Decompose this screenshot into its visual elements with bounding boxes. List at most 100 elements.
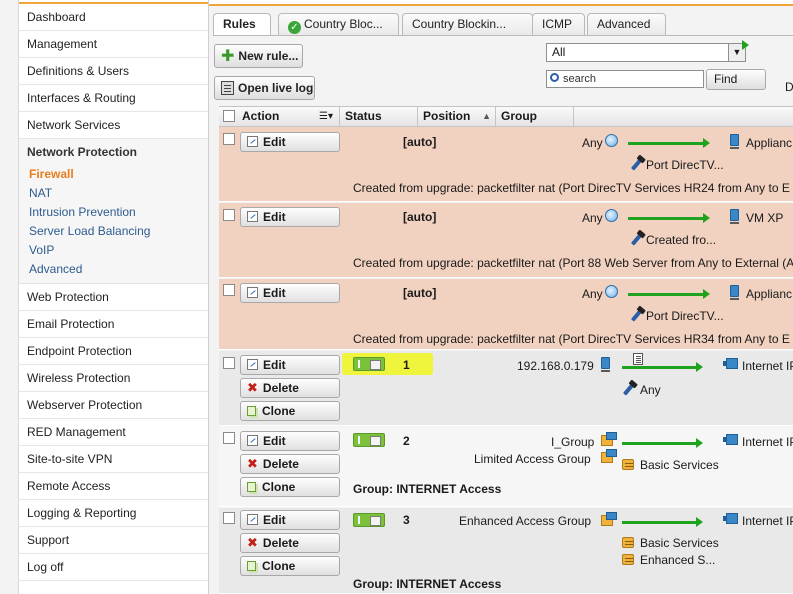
delete-button[interactable]: ✖ Delete <box>240 378 340 398</box>
plug-icon <box>622 382 636 396</box>
new-rule-button[interactable]: ✚ New rule... <box>214 44 303 68</box>
open-live-log-button[interactable]: Open live log <box>214 76 315 100</box>
new-rule-label: New rule... <box>238 49 299 63</box>
row-checkbox[interactable] <box>223 284 235 296</box>
delete-label: Delete <box>262 536 299 550</box>
service-icon <box>622 537 634 548</box>
column-status[interactable]: Status <box>340 107 418 127</box>
clone-icon <box>247 482 256 492</box>
table-row: Edit ✖ Delete Clone 2 I_Group Limited Acc… <box>219 427 793 507</box>
tab-advanced[interactable]: Advanced <box>587 13 666 35</box>
sidebar-item-interfaces-routing[interactable]: Interfaces & Routing <box>19 85 208 112</box>
sidebar-item-webserver-protection[interactable]: Webserver Protection <box>19 392 208 419</box>
table-row: Edit ✖ Delete Clone 3 Enhanced Access Gro… <box>219 508 793 594</box>
arrow-icon <box>622 517 703 527</box>
delete-button[interactable]: ✖ Delete <box>240 533 340 553</box>
network-icon <box>723 513 738 524</box>
tab-country-blocking-exceptions[interactable]: Country Blockin... <box>402 13 533 35</box>
sidebar-item-site-to-site-vpn[interactable]: Site-to-site VPN <box>19 446 208 473</box>
edit-button[interactable]: Edit <box>240 207 340 227</box>
sidebar-item-dashboard[interactable]: Dashboard <box>19 4 208 31</box>
row-checkbox[interactable] <box>223 133 235 145</box>
position-label: 2 <box>403 434 410 448</box>
destination-label: Internet IP <box>742 359 793 373</box>
chevron-down-icon[interactable]: ▼ <box>728 40 749 61</box>
sidebar-group-title[interactable]: Network Protection <box>19 139 208 165</box>
main-top-accent <box>209 0 793 6</box>
column-position[interactable]: Position ▲ <box>418 107 496 127</box>
clone-button[interactable]: Clone <box>240 556 340 576</box>
tab-icmp[interactable]: ICMP <box>532 13 585 35</box>
select-all-checkbox[interactable] <box>223 110 235 122</box>
row-checkbox[interactable] <box>223 512 235 524</box>
edit-button[interactable]: Edit <box>240 431 340 451</box>
clone-button[interactable]: Clone <box>240 477 340 497</box>
row-checkbox[interactable] <box>223 432 235 444</box>
tab-country-blocking[interactable]: ✓ Country Bloc... <box>278 13 399 35</box>
source-label: Any <box>582 211 603 225</box>
column-action-label: Action <box>242 109 280 123</box>
globe-icon <box>605 209 618 222</box>
edit-button[interactable]: Edit <box>240 283 340 303</box>
position-label: [auto] <box>403 286 437 300</box>
sidebar-item-email-protection[interactable]: Email Protection <box>19 311 208 338</box>
status-toggle[interactable] <box>353 433 385 447</box>
source-label: Any <box>582 287 603 301</box>
network-icon <box>723 434 738 445</box>
host-icon <box>730 285 739 300</box>
destination-label: Internet IP <box>742 514 793 528</box>
column-group[interactable]: Group <box>496 107 574 127</box>
sort-menu-icon[interactable]: ☰▾ <box>319 107 333 126</box>
status-toggle[interactable] <box>353 513 385 527</box>
sidebar-item-network-services[interactable]: Network Services <box>19 112 208 139</box>
host-icon <box>601 357 610 372</box>
host-icon <box>730 209 739 224</box>
edit-label: Edit <box>263 358 286 372</box>
find-button[interactable]: Find <box>706 69 766 90</box>
delete-button[interactable]: ✖ Delete <box>240 454 340 474</box>
clone-label: Clone <box>262 404 296 418</box>
status-toggle[interactable] <box>353 357 385 371</box>
tab-rules[interactable]: Rules <box>213 13 271 36</box>
delete-label: Delete <box>262 457 299 471</box>
sidebar-subitem-voip[interactable]: VoIP <box>19 241 208 260</box>
service-label: Created fro... <box>646 233 717 247</box>
filter-select-value: All <box>552 45 566 59</box>
delete-icon: ✖ <box>247 380 258 395</box>
sidebar-item-wireless-protection[interactable]: Wireless Protection <box>19 365 208 392</box>
column-action[interactable]: Action ☰▾ <box>237 107 340 127</box>
sidebar-item-management[interactable]: Management <box>19 31 208 58</box>
sidebar-subitem-server-load-balancing[interactable]: Server Load Balancing <box>19 222 208 241</box>
sidebar-item-support[interactable]: Support <box>19 527 208 554</box>
row-checkbox[interactable] <box>223 357 235 369</box>
table-row: Edit [auto] Any Applianc Port DirecTV...… <box>219 127 793 202</box>
sidebar-subitem-firewall[interactable]: Firewall <box>19 165 208 184</box>
sidebar-group-network-protection: Network Protection Firewall NAT Intrusio… <box>19 139 208 284</box>
sidebar-item-web-protection[interactable]: Web Protection <box>19 284 208 311</box>
delete-label: Delete <box>262 381 299 395</box>
edit-button[interactable]: Edit <box>240 355 340 375</box>
main-panel: Rules ✓ Country Bloc... Country Blockin..… <box>209 0 793 594</box>
clone-button[interactable]: Clone <box>240 401 340 421</box>
row-checkbox[interactable] <box>223 209 235 221</box>
sidebar-item-log-off[interactable]: Log off <box>19 554 208 581</box>
sidebar-item-red-management[interactable]: RED Management <box>19 419 208 446</box>
edit-icon <box>247 435 258 446</box>
table-row: Edit ✖ Delete Clone 1 192.168.0.179 Inter… <box>219 351 793 426</box>
filter-select[interactable]: All ▼ <box>546 40 749 62</box>
sidebar-subitem-nat[interactable]: NAT <box>19 184 208 203</box>
sidebar-item-definitions-users[interactable]: Definitions & Users <box>19 58 208 85</box>
sidebar-item-logging-reporting[interactable]: Logging & Reporting <box>19 500 208 527</box>
table-header: Action ☰▾ Status Position ▲ Group <box>219 106 793 127</box>
edit-button[interactable]: Edit <box>240 132 340 152</box>
sidebar-subitem-intrusion-prevention[interactable]: Intrusion Prevention <box>19 203 208 222</box>
sidebar-item-endpoint-protection[interactable]: Endpoint Protection <box>19 338 208 365</box>
edit-button[interactable]: Edit <box>240 510 340 530</box>
sidebar-subitem-advanced[interactable]: Advanced <box>19 260 208 279</box>
clipped-label: D <box>785 80 793 94</box>
service-icon <box>622 554 634 565</box>
sidebar-item-remote-access[interactable]: Remote Access <box>19 473 208 500</box>
search-input[interactable]: search <box>546 70 704 88</box>
group-icon <box>601 432 617 446</box>
arrow-icon <box>628 213 710 223</box>
